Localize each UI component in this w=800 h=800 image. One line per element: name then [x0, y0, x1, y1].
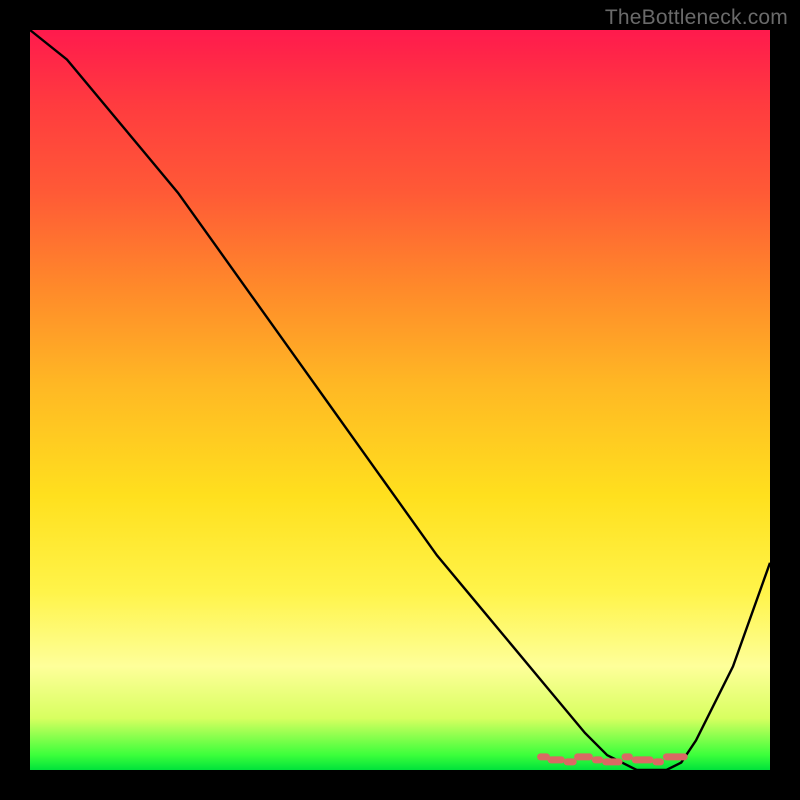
watermark-text: TheBottleneck.com: [605, 6, 788, 30]
plot-area: [30, 30, 770, 770]
optimal-range-dash: [30, 30, 770, 770]
chart-frame: TheBottleneck.com: [0, 0, 800, 800]
